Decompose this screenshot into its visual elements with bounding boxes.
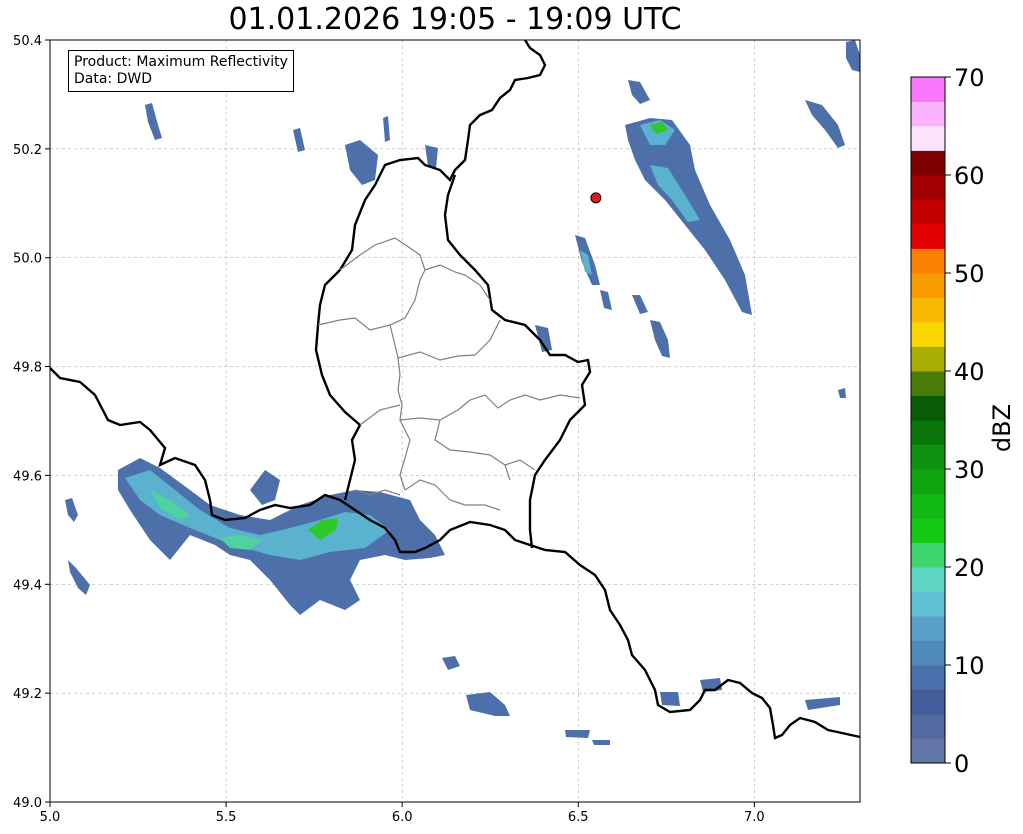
- colorbar-segment: [911, 199, 945, 225]
- colorbar-tick-label: 60: [954, 162, 985, 190]
- colorbar-segment: [911, 101, 945, 127]
- colorbar-tick-label: 20: [954, 554, 985, 582]
- colorbar-segment: [911, 150, 945, 176]
- colorbar-tick-label: 0: [954, 750, 969, 778]
- echo-nw4: [383, 116, 390, 142]
- echo-s5: [660, 692, 680, 706]
- echo-s6: [805, 697, 840, 710]
- y-tick-label: 50.2: [13, 143, 42, 158]
- colorbar-segment: [911, 273, 945, 298]
- echo-nw2: [293, 128, 305, 152]
- y-tick-label: 50.0: [13, 252, 42, 267]
- echo-nw3: [145, 103, 162, 140]
- x-tick-label: 5.5: [216, 810, 237, 825]
- location-marker: [590, 192, 602, 204]
- echo-ne3: [846, 40, 860, 72]
- info-product: Product: Maximum Reflectivity: [74, 54, 288, 70]
- echo-ne6: [628, 80, 650, 104]
- colorbar-segment: [911, 542, 945, 568]
- echo-west-small2: [68, 560, 90, 595]
- x-tick-label: 5.0: [40, 810, 61, 825]
- y-tick-label: 50.4: [13, 34, 42, 49]
- colorbar-tick-label: 70: [954, 64, 985, 92]
- colorbar-tick-label: 50: [954, 260, 985, 288]
- colorbar-tick-label: 30: [954, 456, 985, 484]
- colorbar-segment: [911, 224, 945, 249]
- info-box: Product: Maximum Reflectivity Data: DWD: [68, 50, 294, 92]
- echo-ne7: [632, 295, 648, 314]
- colorbar-segment: [911, 395, 945, 421]
- echo-s3: [565, 730, 590, 738]
- y-tick-label: 49.0: [13, 796, 42, 811]
- colorbar-segment: [911, 591, 945, 617]
- echo-ne8: [600, 290, 612, 310]
- radar-echoes: [65, 40, 860, 745]
- echo-west-small: [65, 498, 78, 522]
- internal-boundaries: [317, 237, 581, 511]
- colorbar-segment: [911, 297, 945, 323]
- colorbar-unit-label: dBZ: [988, 404, 1016, 452]
- lux-border: [314, 39, 547, 501]
- colorbar-tick-label: 40: [954, 358, 985, 386]
- colorbar-segment: [911, 248, 945, 274]
- colorbar-segment: [911, 420, 945, 445]
- map-frame: [49, 39, 861, 803]
- colorbar-segment: [911, 346, 945, 372]
- lux-border-east: [443, 174, 592, 549]
- x-tick-label: 7.0: [744, 810, 765, 825]
- echo-s8: [838, 388, 846, 398]
- colorbar-segment: [911, 444, 945, 470]
- y-tick-label: 49.8: [13, 361, 42, 376]
- colorbar-segment: [911, 371, 945, 396]
- colorbar-unit: dBZ: [988, 404, 1016, 452]
- colorbar-segment: [911, 518, 945, 543]
- colorbar-segment: [911, 714, 945, 739]
- colorbar-tick-label: 10: [954, 652, 985, 680]
- colorbar-segment: [911, 493, 945, 519]
- y-tick-label: 49.4: [13, 578, 42, 593]
- x-tick-label: 6.5: [568, 810, 589, 825]
- info-data: Data: DWD: [74, 71, 152, 87]
- colorbar-segment: [911, 77, 945, 102]
- y-tick-label: 49.2: [13, 687, 42, 702]
- colorbar-segment: [911, 738, 945, 764]
- colorbar: 0 10 20 30 40 50 60 70: [910, 64, 985, 778]
- colorbar-segment: [911, 567, 945, 592]
- echo-nw1: [345, 140, 378, 185]
- radar-map: 5.0 5.5 6.0 6.5 7.0 50.4 50.2 50.0 49.8 49.6 49.4 4…: [13, 34, 985, 825]
- y-tick-label: 49.6: [13, 469, 42, 484]
- grid-lines: [49, 39, 860, 803]
- colorbar-segment: [911, 175, 945, 200]
- colorbar-segment: [911, 665, 945, 690]
- colorbar-segment: [911, 640, 945, 666]
- echo-s2: [442, 656, 460, 670]
- echo-s1: [466, 692, 510, 716]
- colorbar-segment: [911, 689, 945, 715]
- colorbar-segment: [911, 469, 945, 494]
- x-tick-label: 6.0: [392, 810, 413, 825]
- echo-ne2: [805, 100, 845, 148]
- echo-s4: [592, 740, 610, 745]
- borders: [49, 39, 861, 740]
- colorbar-segment: [911, 126, 945, 151]
- echo-ne5: [650, 320, 670, 358]
- colorbar-segment: [911, 616, 945, 641]
- colorbar-segment: [911, 322, 945, 347]
